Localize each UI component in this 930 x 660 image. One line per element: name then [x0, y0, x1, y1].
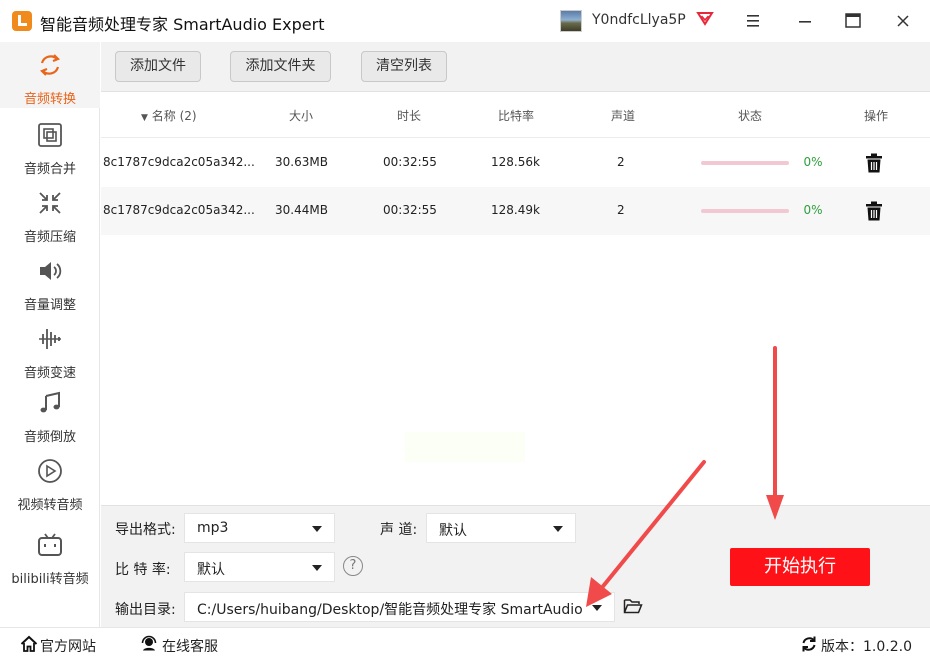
start-button[interactable]: 开始执行	[730, 548, 870, 586]
column-header-bitrate: 比特率	[498, 109, 535, 123]
vip-diamond-icon[interactable]	[696, 10, 714, 26]
username[interactable]: Y0ndfcLlya5P	[592, 12, 686, 28]
channel-label: 声 道:	[380, 522, 418, 538]
close-icon[interactable]	[888, 8, 918, 34]
sidebar-item-label: bilibili转音频	[11, 572, 89, 587]
sidebar-item-label: 音频变速	[23, 366, 76, 381]
minimize-icon[interactable]	[790, 8, 820, 34]
app-title: 智能音频处理专家 SmartAudio Expert	[40, 15, 325, 34]
refresh-convert-icon	[40, 54, 60, 76]
merge-icon	[38, 123, 62, 147]
play-circle-icon	[38, 459, 62, 483]
sidebar-item-audio-compress[interactable]: 音频压缩	[0, 180, 100, 246]
table-row[interactable]: 8c1787c9dca2c05a342... 30.44MB 00:32:55 …	[101, 187, 930, 235]
chevron-down-icon	[312, 526, 322, 532]
compress-icon	[39, 192, 61, 214]
sidebar-item-audio-reverse[interactable]: 音频倒放	[0, 380, 100, 446]
file-size: 30.44MB	[275, 203, 328, 217]
column-header-status: 状态	[738, 109, 763, 123]
file-name: 8c1787c9dca2c05a342...	[103, 155, 255, 169]
customer-service-icon	[141, 635, 157, 651]
column-header-size: 大小	[289, 109, 314, 123]
sidebar-item-label: 音量调整	[23, 298, 76, 313]
arrow-to-start-button	[766, 346, 784, 520]
status-bar: 官方网站 在线客服 版本：1.0.2.0	[0, 627, 930, 660]
chevron-down-icon	[312, 565, 322, 571]
file-name: 8c1787c9dca2c05a342...	[103, 203, 255, 217]
file-duration: 00:32:55	[383, 203, 437, 217]
table-row[interactable]: 8c1787c9dca2c05a342... 30.63MB 00:32:55 …	[101, 139, 930, 187]
bitrate-select[interactable]: 默认	[184, 552, 335, 582]
title-bar: 智能音频处理专家 SmartAudio Expert Y0ndfcLlya5P	[0, 0, 930, 42]
format-label: 导出格式:	[115, 522, 176, 538]
sidebar-item-label: 音频压缩	[23, 230, 76, 245]
column-header-channels: 声道	[611, 109, 636, 123]
sort-desc-icon: ▼	[141, 113, 148, 123]
add-file-button[interactable]: 添加文件	[115, 51, 201, 82]
file-bitrate: 128.56k	[491, 155, 540, 169]
file-channels: 2	[617, 155, 625, 169]
sidebar-item-audio-convert[interactable]: 音频转换	[0, 42, 100, 108]
sidebar-item-video-to-audio[interactable]: 视频转音频	[0, 448, 100, 514]
help-icon[interactable]: ?	[343, 556, 363, 576]
official-website-link[interactable]: 官方网站	[40, 636, 96, 656]
chevron-down-icon	[592, 605, 602, 611]
format-select[interactable]: mp3	[184, 513, 335, 543]
progress-text: 0%	[803, 203, 823, 217]
user-avatar[interactable]	[560, 10, 582, 32]
open-folder-icon[interactable]	[623, 598, 643, 614]
bitrate-select-value: 默认	[197, 562, 225, 578]
options-panel: 导出格式: mp3 声 道: 默认 比 特 率: 默认 ? 输出目录: C:/U…	[101, 505, 930, 627]
toolbar: 添加文件 添加文件夹 清空列表	[101, 42, 930, 92]
file-channels: 2	[617, 203, 625, 217]
format-select-value: mp3	[197, 520, 229, 536]
file-table-header: ▼ 名称 (2) 大小 时长 比特率 声道 状态 操作	[101, 92, 930, 138]
column-header-action: 操作	[864, 109, 889, 123]
chevron-down-icon	[553, 526, 563, 532]
sidebar-item-label: 视频转音频	[17, 498, 83, 513]
file-duration: 00:32:55	[383, 155, 437, 169]
maximize-icon[interactable]	[838, 8, 868, 34]
output-dir-label: 输出目录:	[115, 602, 176, 618]
sidebar-item-volume-adjust[interactable]: 音量调整	[0, 248, 100, 314]
file-bitrate: 128.49k	[491, 203, 540, 217]
clear-list-button[interactable]: 清空列表	[361, 51, 447, 82]
file-size: 30.63MB	[275, 155, 328, 169]
trash-icon[interactable]	[865, 153, 883, 173]
sidebar-item-audio-speed[interactable]: 音频变速	[0, 316, 100, 382]
progress-text: 0%	[803, 155, 823, 169]
home-icon	[20, 635, 38, 652]
column-header-name[interactable]: ▼ 名称 (2)	[141, 107, 197, 124]
app-logo-icon	[12, 11, 32, 31]
waveform-icon	[39, 329, 61, 349]
music-note-icon	[40, 391, 60, 413]
sidebar-item-label: 音频合并	[23, 162, 76, 177]
sidebar-item-label: 音频倒放	[23, 430, 76, 445]
bilibili-tv-icon	[38, 533, 62, 556]
progress-bar	[701, 209, 789, 213]
output-dir-select[interactable]: C:/Users/huibang/Desktop/智能音频处理专家 SmartA…	[184, 592, 615, 622]
add-folder-button[interactable]: 添加文件夹	[230, 51, 331, 82]
sidebar-item-label: 音频转换	[23, 92, 76, 107]
progress-bar	[701, 161, 789, 165]
channel-select[interactable]: 默认	[426, 513, 576, 543]
sidebar: 音频转换 音频合并 音频压缩 音量调整 音频变速 音频倒放 视频转音频 bili…	[0, 42, 100, 627]
output-dir-value: C:/Users/huibang/Desktop/智能音频处理专家 SmartA…	[197, 602, 583, 618]
trash-icon[interactable]	[865, 201, 883, 221]
version-text: 版本：1.0.2.0	[821, 639, 912, 655]
channel-select-value: 默认	[439, 523, 467, 539]
refresh-icon[interactable]	[800, 635, 818, 653]
volume-icon	[40, 262, 62, 280]
bitrate-label: 比 特 率:	[115, 562, 171, 578]
sidebar-item-bilibili-to-audio[interactable]: bilibili转音频	[0, 522, 100, 588]
menu-icon[interactable]	[738, 8, 768, 34]
column-header-duration: 时长	[397, 109, 422, 123]
sidebar-item-audio-merge[interactable]: 音频合并	[0, 112, 100, 178]
online-support-link[interactable]: 在线客服	[162, 636, 218, 656]
faint-watermark	[405, 432, 525, 462]
